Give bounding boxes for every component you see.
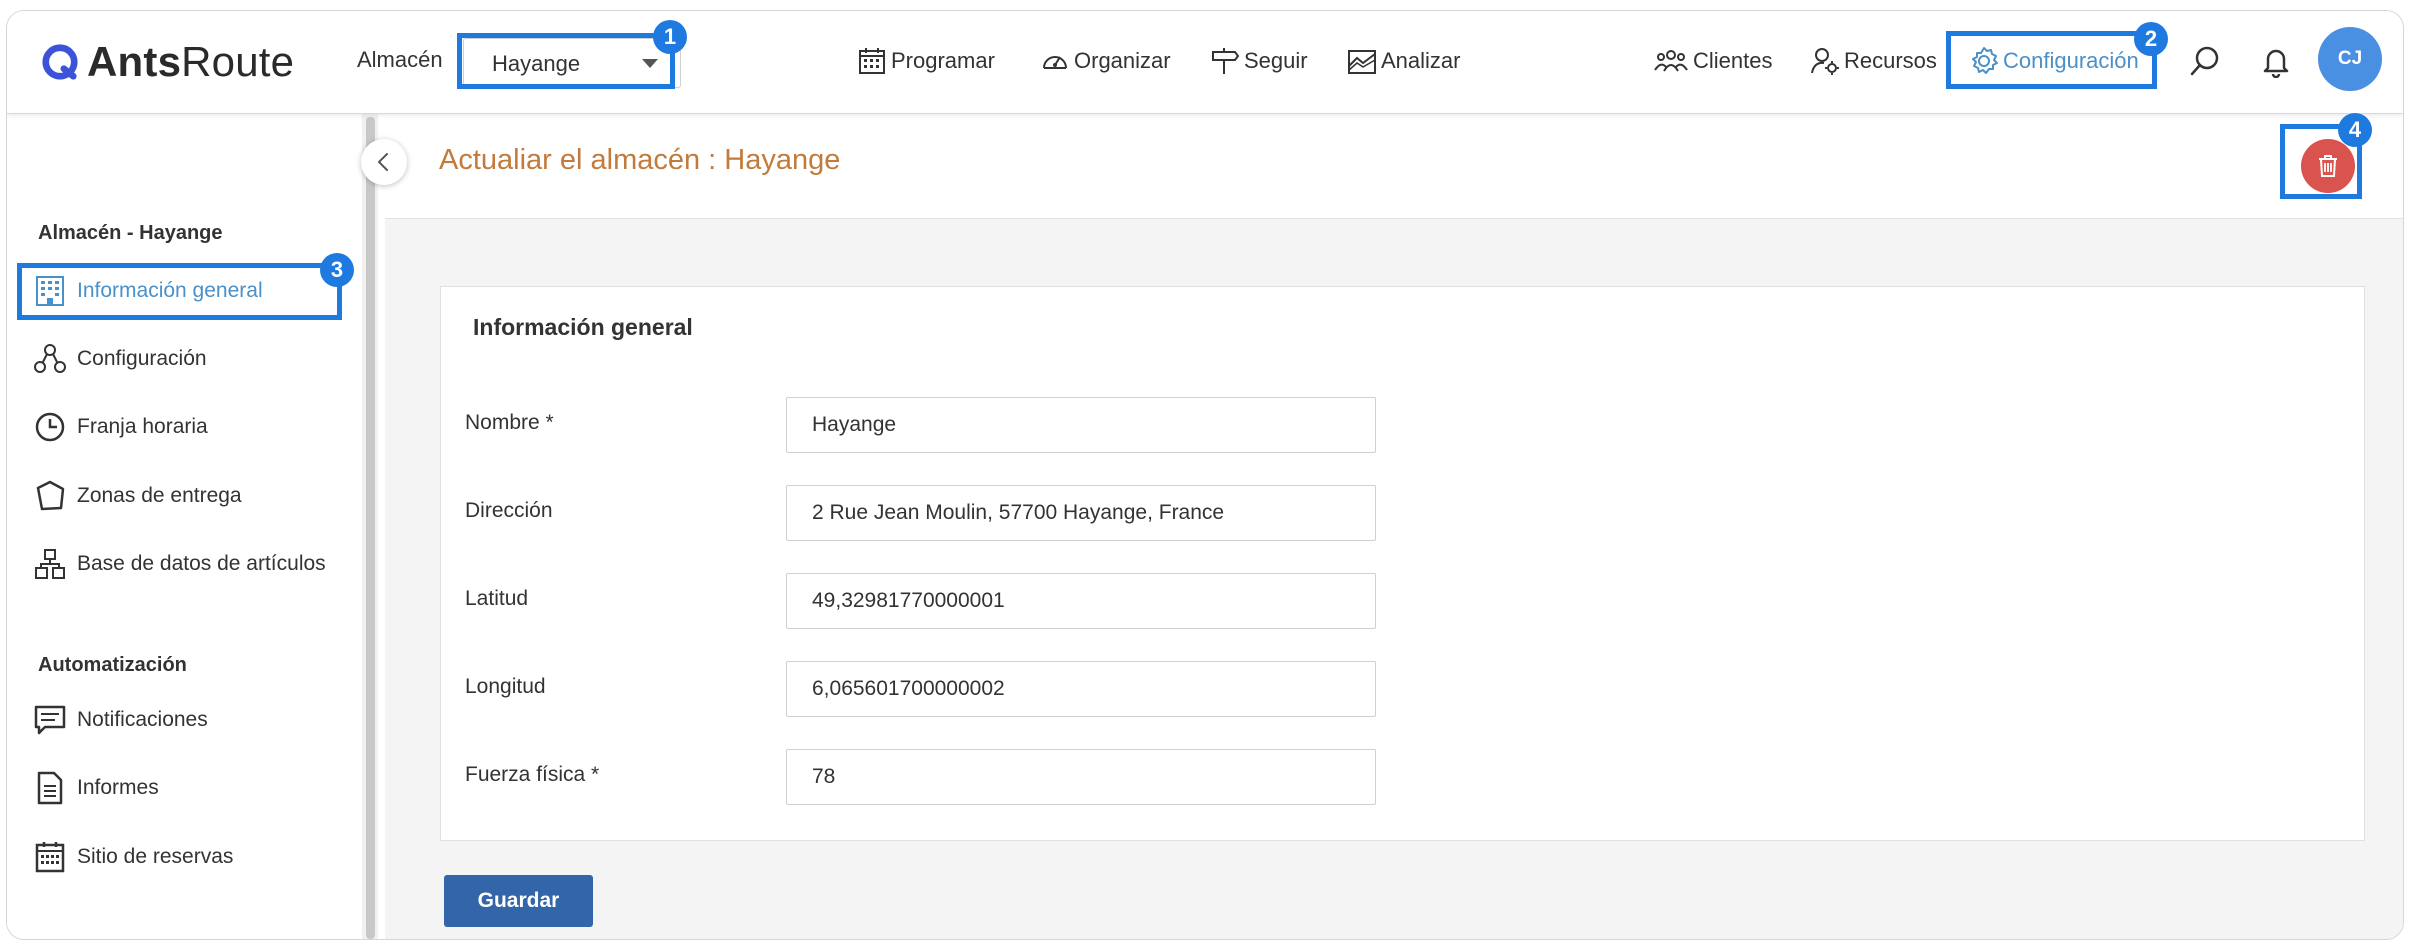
sidebar-item-informacion-general[interactable]: Información general — [33, 269, 263, 313]
nav-configuracion[interactable]: Configuración — [1969, 39, 2139, 83]
antsroute-logo[interactable]: AntsRoute — [41, 38, 294, 86]
form-row-longitud: Longitud — [441, 661, 2364, 717]
sidebar-item-informes[interactable]: Informes — [33, 766, 159, 810]
calendar-icon — [35, 842, 65, 873]
form-row-latitud: Latitud — [441, 573, 2364, 629]
gear-icon — [1972, 47, 1998, 74]
user-gear-icon — [1811, 48, 1839, 75]
page-title: Actualiar el almacén : Hayange — [439, 144, 841, 176]
nav-seguir-label: Seguir — [1244, 48, 1308, 73]
polygon-icon — [36, 480, 65, 511]
annotation-badge-4: 4 — [2338, 113, 2372, 147]
nav-recursos-label: Recursos — [1844, 48, 1937, 73]
trash-icon — [2319, 155, 2337, 177]
signpost-icon — [1212, 48, 1240, 74]
logo-text: AntsRoute — [87, 38, 295, 85]
nav-analizar[interactable]: Analizar — [1347, 39, 1460, 83]
notifications-button[interactable] — [2254, 39, 2298, 83]
users-group-icon — [1654, 50, 1688, 72]
sidebar-item-label: Notificaciones — [77, 708, 208, 731]
bell-icon — [2263, 49, 2289, 78]
nav-programar-label: Programar — [891, 48, 995, 73]
sidebar-item-label: Base de datos de artículos — [77, 552, 326, 575]
sidebar-item-notificaciones[interactable]: Notificaciones — [33, 698, 208, 742]
building-icon — [36, 276, 64, 306]
main-content: Actualiar el almacén : Hayange Informaci… — [385, 114, 2403, 939]
app-window: AntsRoute Almacén Hayange Programar Orga… — [6, 10, 2404, 940]
sidebar-item-label: Información general — [77, 279, 263, 302]
sidebar-item-franja-horaria[interactable]: Franja horaria — [33, 405, 208, 449]
sidebar-item-label: Informes — [77, 776, 159, 799]
speedometer-icon — [1043, 56, 1067, 69]
warehouse-select[interactable]: Hayange — [463, 38, 681, 88]
form-row-fuerza-fisica: Fuerza física * — [441, 749, 2364, 805]
area-chart-icon — [1348, 50, 1376, 74]
sidebar-item-label: Zonas de entrega — [77, 484, 242, 507]
settings-nodes-icon — [34, 344, 66, 373]
search-icon — [2190, 46, 2219, 76]
form-row-direccion: Dirección — [441, 485, 2364, 541]
sidebar-section-automation-title: Automatización — [38, 654, 187, 676]
chevron-left-icon — [378, 153, 388, 171]
sidebar-section-warehouse-title: Almacén - Hayange — [38, 222, 223, 244]
direccion-input[interactable] — [786, 485, 1376, 541]
direccion-label: Dirección — [465, 499, 553, 522]
sidebar: Almacén - Hayange Información general Co… — [7, 114, 362, 939]
longitud-input[interactable] — [786, 661, 1376, 717]
document-icon — [37, 771, 63, 805]
nav-organizar[interactable]: Organizar — [1040, 39, 1171, 83]
sidebar-item-zonas-de-entrega[interactable]: Zonas de entrega — [33, 474, 242, 518]
nombre-input[interactable] — [786, 397, 1376, 453]
nav-clientes-label: Clientes — [1693, 48, 1773, 73]
caret-down-icon — [642, 59, 658, 68]
sidebar-scrollbar-thumb[interactable] — [366, 117, 375, 939]
nav-analizar-label: Analizar — [1381, 48, 1461, 73]
calendar-grid-icon — [859, 48, 885, 74]
general-info-card: Información general Nombre * Dirección L… — [440, 286, 2365, 841]
nav-programar[interactable]: Programar — [857, 39, 995, 83]
sidebar-item-label: Configuración — [77, 347, 207, 370]
page-header: Actualiar el almacén : Hayange — [385, 114, 2403, 219]
nav-clientes[interactable]: Clientes — [1653, 39, 1772, 83]
annotation-badge-1: 1 — [653, 20, 687, 54]
annotation-badge-3: 3 — [320, 253, 354, 287]
warehouse-label: Almacén — [357, 47, 443, 72]
user-avatar[interactable]: CJ — [2318, 27, 2382, 91]
warehouse-select-value: Hayange — [492, 51, 581, 76]
form-row-nombre: Nombre * — [441, 397, 2364, 453]
sidebar-item-label: Franja horaria — [77, 415, 208, 438]
card-title: Información general — [473, 314, 693, 340]
sidebar-item-sitio-de-reservas[interactable]: Sitio de reservas — [33, 835, 233, 879]
nav-recursos[interactable]: Recursos — [1810, 39, 1937, 83]
sidebar-item-base-de-datos[interactable]: Base de datos de artículos — [33, 542, 326, 586]
sidebar-item-label: Sitio de reservas — [77, 845, 234, 868]
save-button[interactable]: Guardar — [444, 875, 593, 927]
nav-configuracion-label: Configuración — [2003, 48, 2139, 73]
delete-button[interactable] — [2301, 139, 2355, 193]
nav-seguir[interactable]: Seguir — [1210, 39, 1308, 83]
fuerza-fisica-label: Fuerza física * — [465, 763, 600, 786]
longitud-label: Longitud — [465, 675, 546, 698]
sidebar-item-configuracion[interactable]: Configuración — [33, 337, 207, 381]
latitud-input[interactable] — [786, 573, 1376, 629]
search-button[interactable] — [2183, 39, 2227, 83]
clock-icon — [35, 412, 65, 442]
nombre-label: Nombre * — [465, 411, 554, 434]
fuerza-fisica-input[interactable] — [786, 749, 1376, 805]
logo-icon — [42, 44, 78, 80]
latitud-label: Latitud — [465, 587, 529, 610]
collapse-sidebar-button[interactable] — [361, 139, 407, 185]
top-navigation-bar: AntsRoute Almacén Hayange Programar Orga… — [7, 11, 2403, 114]
annotation-badge-2: 2 — [2134, 22, 2168, 56]
boxes-icon — [35, 549, 65, 579]
message-icon — [34, 705, 66, 735]
nav-organizar-label: Organizar — [1074, 48, 1171, 73]
